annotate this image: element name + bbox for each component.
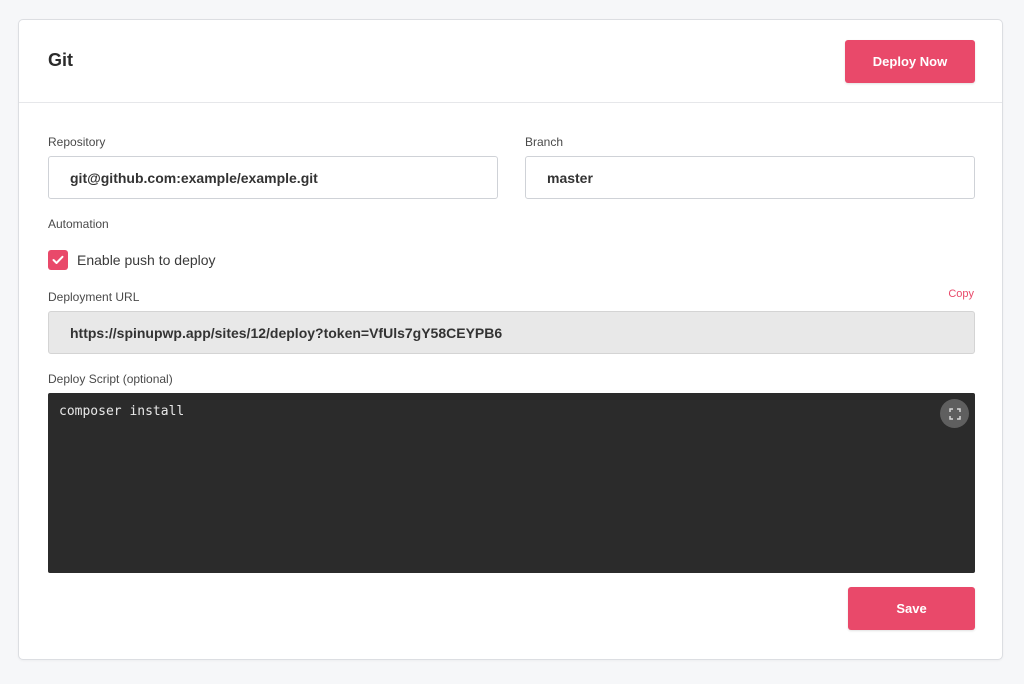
repository-label: Repository (48, 135, 106, 149)
fullscreen-icon (948, 407, 961, 420)
repository-value: git@github.com:example/example.git (70, 169, 318, 186)
deploy-script-editor[interactable]: composer install (48, 393, 975, 573)
save-button[interactable]: Save (848, 587, 975, 630)
branch-label: Branch (525, 135, 564, 149)
deployment-url-field[interactable]: https://spinupwp.app/sites/12/deploy?tok… (48, 311, 975, 354)
deploy-script-code: composer install (59, 404, 185, 419)
branch-value: master (547, 169, 593, 186)
deploy-now-button[interactable]: Deploy Now (845, 40, 975, 83)
push-to-deploy-label[interactable]: Enable push to deploy (77, 252, 216, 268)
git-settings-card: Git Deploy Now Repository git@github.com… (18, 19, 1003, 660)
repository-input[interactable]: git@github.com:example/example.git (48, 156, 498, 199)
page-title: Git (48, 50, 73, 70)
copy-url-link[interactable]: Copy (948, 288, 974, 300)
branch-input[interactable]: master (525, 156, 975, 199)
automation-label: Automation (48, 217, 109, 231)
check-icon (52, 255, 64, 264)
deployment-url-label: Deployment URL (48, 290, 140, 304)
deploy-script-label: Deploy Script (optional) (48, 372, 173, 386)
deployment-url-value: https://spinupwp.app/sites/12/deploy?tok… (70, 324, 503, 341)
push-to-deploy-checkbox[interactable] (48, 250, 68, 270)
fullscreen-button[interactable] (940, 399, 969, 428)
card-header: Git Deploy Now (19, 20, 1002, 103)
